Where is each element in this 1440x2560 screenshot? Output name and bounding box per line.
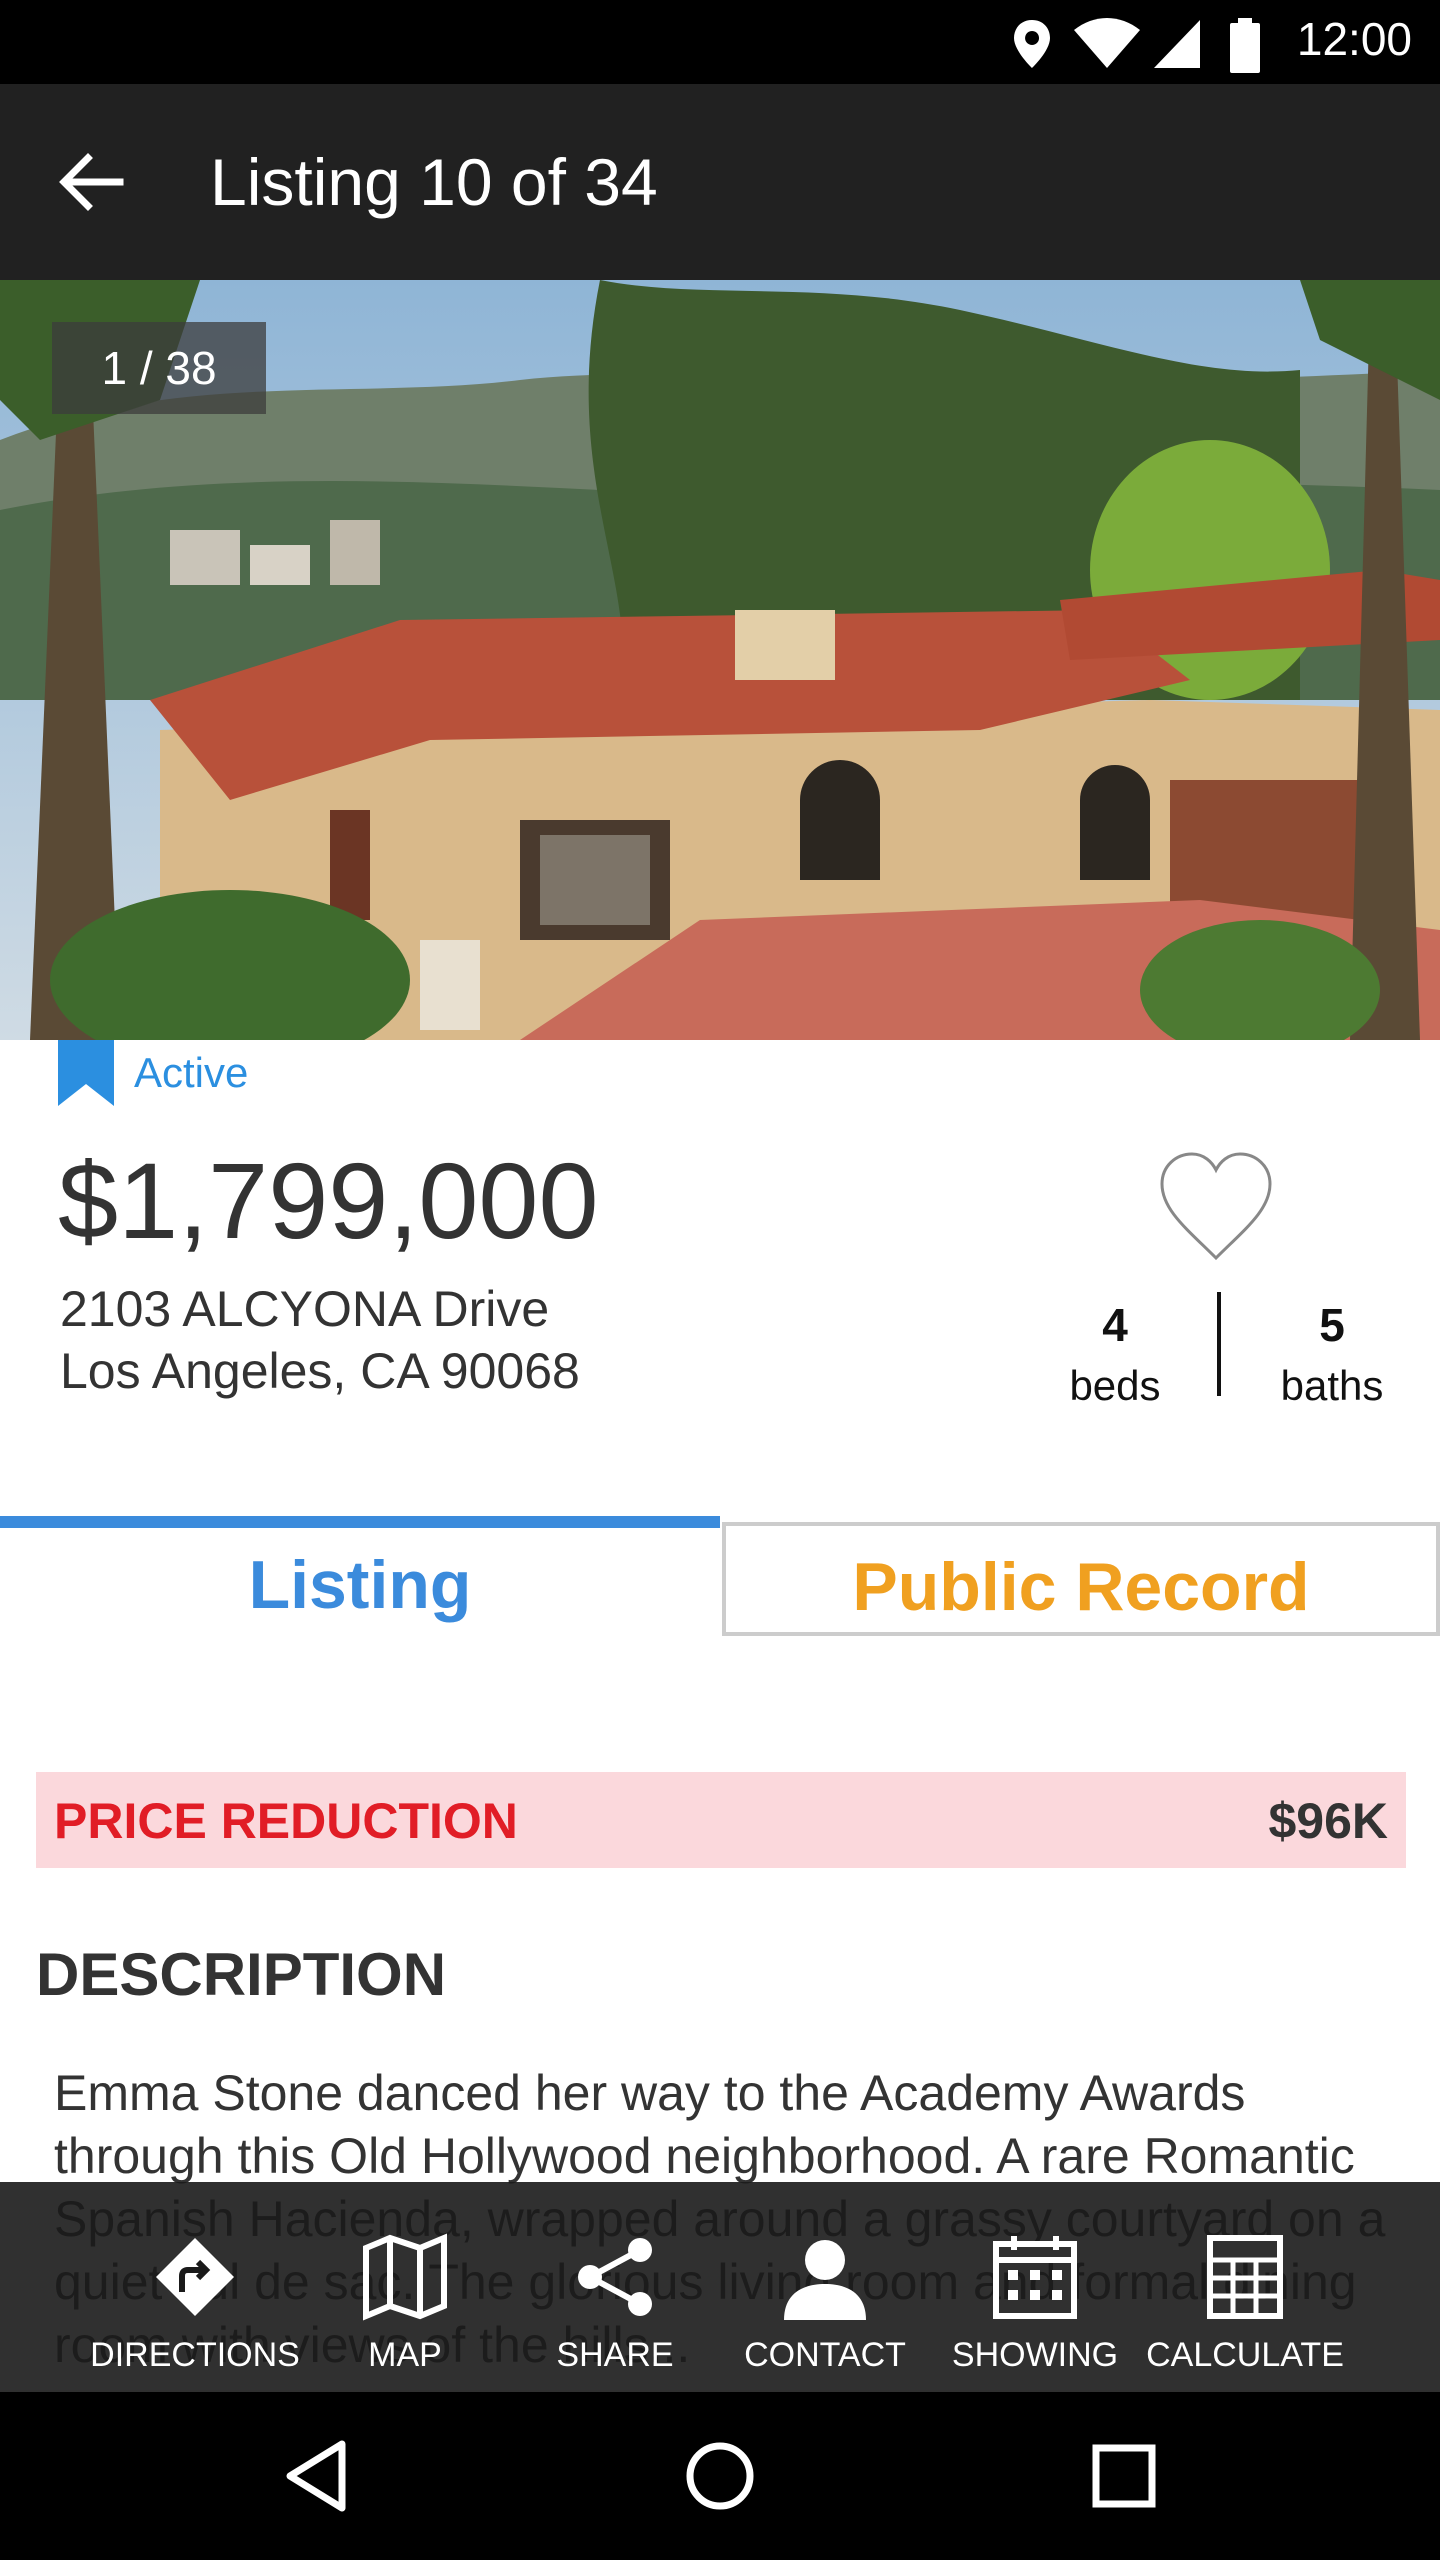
photo-counter: 1 / 38 (52, 322, 266, 414)
directions-icon (156, 2238, 234, 2316)
arrow-left-icon[interactable] (52, 142, 132, 222)
price-reduction-banner: PRICE REDUCTION $96K (36, 1772, 1406, 1868)
map-label: MAP (368, 2336, 442, 2374)
status-time: 12:00 (1296, 13, 1412, 65)
share-button[interactable]: SHARE (510, 2182, 720, 2392)
calculator-icon (1207, 2235, 1283, 2319)
wifi-icon (1074, 18, 1140, 68)
battery-icon (1230, 18, 1260, 73)
beds-value: 4 (1102, 1299, 1128, 1351)
share-label: SHARE (556, 2336, 674, 2374)
baths-stat: 5 baths (1262, 1298, 1402, 1410)
beds-stat: 4 beds (1060, 1298, 1170, 1410)
tab-listing[interactable]: Listing (0, 1516, 720, 1636)
recents-square-icon[interactable] (1082, 2434, 1166, 2518)
calculate-button[interactable]: CALCULATE (1140, 2182, 1350, 2392)
location-icon (1014, 20, 1050, 68)
status-bar: 12:00 (0, 0, 1440, 84)
action-bar: DIRECTIONS MAP SHARE CONTACT SHOWING CAL… (0, 2182, 1440, 2392)
baths-label: baths (1280, 1362, 1384, 1409)
map-icon (363, 2233, 447, 2321)
favorite-heart-icon[interactable] (1158, 1150, 1274, 1262)
showing-button[interactable]: SHOWING (930, 2182, 1140, 2392)
back-triangle-icon[interactable] (276, 2434, 360, 2518)
price-reduction-label: PRICE REDUCTION (54, 1793, 518, 1849)
page-title: Listing 10 of 34 (210, 145, 658, 219)
bookmark-icon (58, 1040, 114, 1106)
calculate-label: CALCULATE (1146, 2336, 1344, 2374)
directions-label: DIRECTIONS (90, 2336, 300, 2374)
share-icon (578, 2238, 652, 2316)
beds-label: beds (1069, 1362, 1161, 1409)
app-bar: Listing 10 of 34 (0, 84, 1440, 280)
description-heading: DESCRIPTION (36, 1941, 447, 2008)
tab-public-record-label: Public Record (852, 1549, 1310, 1625)
calendar-icon (993, 2236, 1077, 2319)
listing-photo[interactable]: 1 / 38 (0, 280, 1440, 1040)
stat-divider (1217, 1292, 1221, 1396)
listing-price: $1,799,000 (58, 1140, 599, 1261)
tab-listing-label: Listing (248, 1547, 472, 1623)
baths-value: 5 (1319, 1299, 1345, 1351)
tab-public-record[interactable]: Public Record (722, 1522, 1440, 1636)
address-line2: Los Angeles, CA 90068 (60, 1343, 580, 1399)
home-circle-icon[interactable] (678, 2434, 762, 2518)
listing-status: Active (58, 1040, 248, 1106)
tab-indicator (0, 1516, 720, 1528)
system-nav-bar (0, 2392, 1440, 2560)
showing-label: SHOWING (951, 2336, 1119, 2374)
map-button[interactable]: MAP (300, 2182, 510, 2392)
signal-icon (1154, 20, 1200, 68)
address-line1: 2103 ALCYONA Drive (60, 1281, 550, 1337)
contact-button[interactable]: CONTACT (720, 2182, 930, 2392)
contact-label: CONTACT (744, 2336, 906, 2374)
price-reduction-amount: $96K (1268, 1793, 1388, 1849)
status-label: Active (134, 1049, 249, 1096)
directions-button[interactable]: DIRECTIONS (90, 2182, 300, 2392)
person-icon (784, 2240, 866, 2320)
